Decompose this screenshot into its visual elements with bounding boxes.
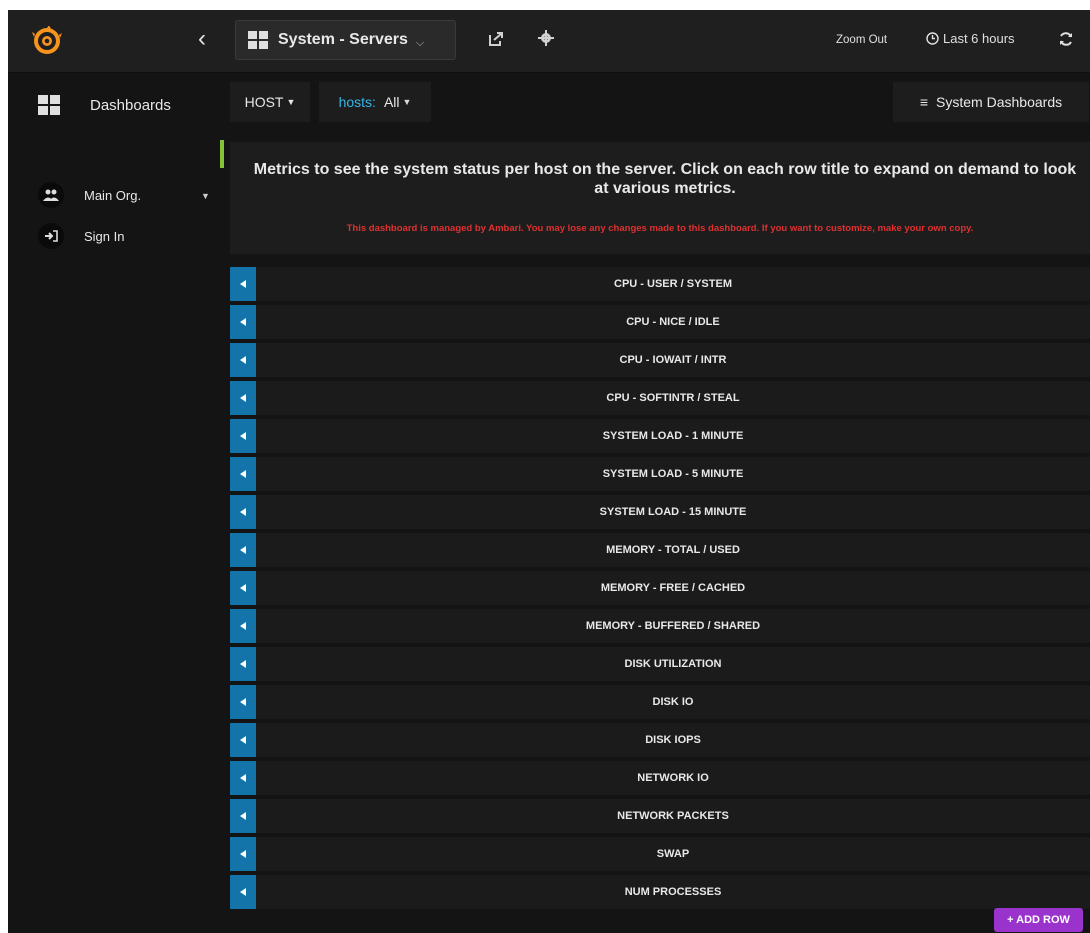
dashboard-row[interactable]: DISK IO: [230, 685, 1090, 719]
dashboard-rows: CPU - USER / SYSTEM CPU - NICE / IDLE CP…: [230, 267, 1090, 913]
row-title[interactable]: MEMORY - BUFFERED / SHARED: [256, 609, 1090, 643]
sidebar-collapse-icon[interactable]: ‹: [198, 27, 206, 51]
dashboard-row[interactable]: MEMORY - FREE / CACHED: [230, 571, 1090, 605]
text-panel: Metrics to see the system status per hos…: [230, 142, 1090, 254]
dashboard-row[interactable]: DISK UTILIZATION: [230, 647, 1090, 681]
dashboard-row[interactable]: MEMORY - BUFFERED / SHARED: [230, 609, 1090, 643]
system-dashboards-label: System Dashboards: [936, 94, 1063, 110]
row-title[interactable]: DISK IO: [256, 685, 1090, 719]
chevron-down-icon: ⌵: [415, 36, 425, 49]
host-variable-dropdown[interactable]: HOST ▼: [230, 82, 310, 122]
grafana-logo[interactable]: [8, 10, 86, 72]
expand-row-icon[interactable]: [230, 837, 256, 871]
row-title[interactable]: SYSTEM LOAD - 1 MINUTE: [256, 419, 1090, 453]
expand-row-icon[interactable]: [230, 685, 256, 719]
expand-row-icon[interactable]: [230, 799, 256, 833]
sign-in-link[interactable]: Sign In: [38, 223, 124, 249]
expand-row-icon[interactable]: [230, 495, 256, 529]
dashboard-row[interactable]: SYSTEM LOAD - 5 MINUTE: [230, 457, 1090, 491]
expand-row-icon[interactable]: [230, 761, 256, 795]
row-title[interactable]: SWAP: [256, 837, 1090, 871]
sidebar: Dashboards Main Org. ▼ Sign In: [8, 73, 220, 933]
row-title[interactable]: SYSTEM LOAD - 15 MINUTE: [256, 495, 1090, 529]
row-title[interactable]: NETWORK PACKETS: [256, 799, 1090, 833]
expand-row-icon[interactable]: [230, 343, 256, 377]
row-title[interactable]: CPU - NICE / IDLE: [256, 305, 1090, 339]
row-title[interactable]: MEMORY - FREE / CACHED: [256, 571, 1090, 605]
caret-down-icon: ▼: [286, 97, 296, 107]
row-title[interactable]: NETWORK IO: [256, 761, 1090, 795]
expand-row-icon[interactable]: [230, 647, 256, 681]
dashboard-row[interactable]: DISK IOPS: [230, 723, 1090, 757]
sign-in-icon: [38, 223, 64, 249]
row-title[interactable]: CPU - SOFTINTR / STEAL: [256, 381, 1090, 415]
expand-row-icon[interactable]: [230, 381, 256, 415]
system-dashboards-link[interactable]: ≡ System Dashboards: [893, 82, 1089, 122]
expand-row-icon[interactable]: [230, 533, 256, 567]
org-switcher[interactable]: Main Org. ▼: [38, 182, 218, 208]
sign-in-label: Sign In: [84, 228, 125, 244]
caret-down-icon: ▼: [201, 191, 210, 201]
time-range-picker[interactable]: Last 6 hours: [926, 31, 1015, 46]
dashboard-row[interactable]: SYSTEM LOAD - 15 MINUTE: [230, 495, 1090, 529]
dashboard-row[interactable]: NUM PROCESSES: [230, 875, 1090, 909]
dashboard-row[interactable]: NETWORK IO: [230, 761, 1090, 795]
dashboard-row[interactable]: NETWORK PACKETS: [230, 799, 1090, 833]
dashboard-row[interactable]: SWAP: [230, 837, 1090, 871]
hosts-variable-key: hosts:: [338, 94, 376, 110]
expand-row-icon[interactable]: [230, 571, 256, 605]
host-variable-label: HOST: [244, 94, 284, 110]
expand-row-icon[interactable]: [230, 723, 256, 757]
dashboard-row[interactable]: CPU - IOWAIT / INTR: [230, 343, 1090, 377]
refresh-icon[interactable]: [1058, 31, 1074, 47]
dashboard-grid-icon: [248, 31, 268, 49]
row-title[interactable]: DISK IOPS: [256, 723, 1090, 757]
dashboard-row[interactable]: CPU - USER / SYSTEM: [230, 267, 1090, 301]
time-range-label: Last 6 hours: [943, 31, 1015, 46]
hosts-variable-value: All: [383, 94, 400, 110]
expand-row-icon[interactable]: [230, 457, 256, 491]
clock-icon: [926, 32, 939, 45]
row-title[interactable]: MEMORY - TOTAL / USED: [256, 533, 1090, 567]
hosts-variable-dropdown[interactable]: hosts: All ▼: [319, 82, 431, 122]
expand-row-icon[interactable]: [230, 305, 256, 339]
expand-row-icon[interactable]: [230, 875, 256, 909]
panel-heading: Metrics to see the system status per hos…: [253, 161, 1077, 197]
row-title[interactable]: CPU - USER / SYSTEM: [256, 267, 1090, 301]
dashboard-title: System - Servers: [278, 31, 408, 48]
row-title[interactable]: SYSTEM LOAD - 5 MINUTE: [256, 457, 1090, 491]
top-navbar: ‹ System - Servers ⌵ Zoom Out Last 6 hou…: [8, 10, 1090, 73]
org-name: Main Org.: [84, 187, 142, 203]
zoom-out-button[interactable]: Zoom Out: [836, 34, 887, 46]
row-title[interactable]: DISK UTILIZATION: [256, 647, 1090, 681]
sidebar-item-label: Dashboards: [90, 96, 171, 114]
row-drag-handle[interactable]: [220, 140, 224, 168]
expand-row-icon[interactable]: [230, 609, 256, 643]
expand-row-icon[interactable]: [230, 267, 256, 301]
gear-icon[interactable]: [538, 30, 554, 46]
dashboard-row[interactable]: SYSTEM LOAD - 1 MINUTE: [230, 419, 1090, 453]
dashboard-row[interactable]: MEMORY - TOTAL / USED: [230, 533, 1090, 567]
managed-warning: This dashboard is managed by Ambari. You…: [346, 223, 974, 234]
expand-row-icon[interactable]: [230, 419, 256, 453]
grafana-app: ‹ System - Servers ⌵ Zoom Out Last 6 hou…: [8, 10, 1090, 933]
grafana-logo-icon: [32, 26, 62, 54]
users-icon: [38, 182, 64, 208]
row-title[interactable]: CPU - IOWAIT / INTR: [256, 343, 1090, 377]
dashboard-row[interactable]: CPU - SOFTINTR / STEAL: [230, 381, 1090, 415]
menu-bars-icon: ≡: [919, 94, 929, 110]
dashboard-title-button[interactable]: System - Servers ⌵: [235, 20, 456, 60]
caret-down-icon: ▼: [402, 97, 412, 107]
sidebar-item-dashboards[interactable]: Dashboards: [38, 95, 171, 115]
add-row-button[interactable]: + ADD ROW: [994, 908, 1083, 932]
dashboard-grid-icon: [38, 95, 60, 115]
row-title[interactable]: NUM PROCESSES: [256, 875, 1090, 909]
share-icon[interactable]: [488, 31, 504, 47]
dashboard-row[interactable]: CPU - NICE / IDLE: [230, 305, 1090, 339]
